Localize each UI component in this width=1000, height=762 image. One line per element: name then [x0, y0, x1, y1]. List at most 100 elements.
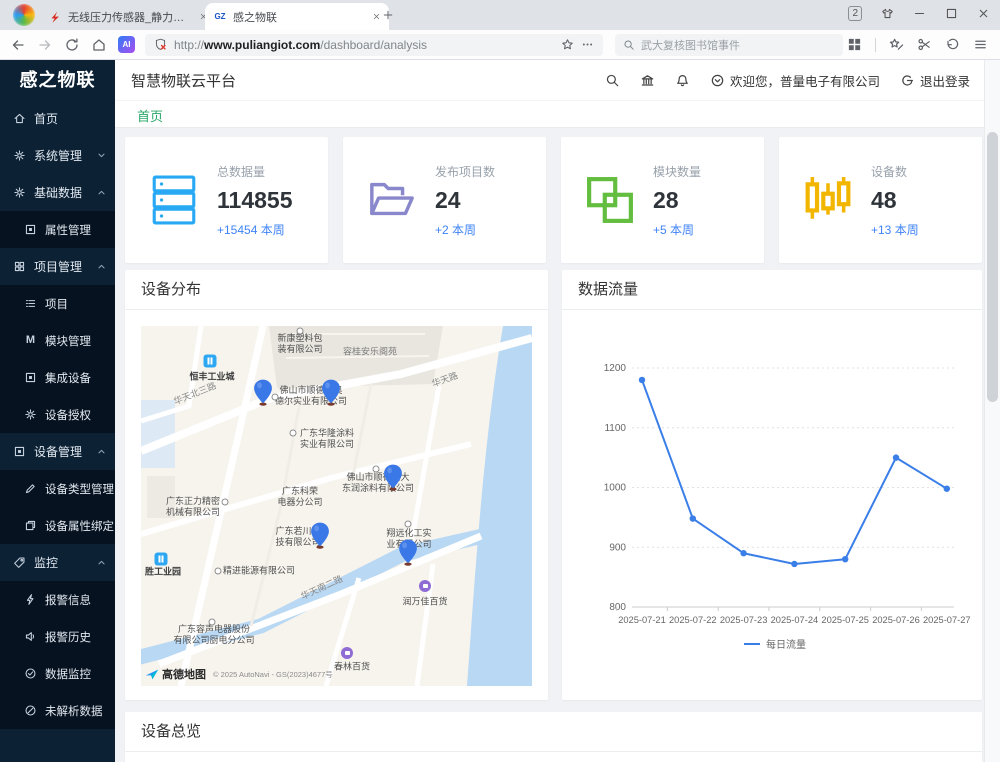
home-button[interactable]	[91, 37, 107, 53]
notification-bell-icon[interactable]	[675, 73, 690, 88]
menu-icon[interactable]	[973, 37, 988, 52]
sidebar-item-module-management[interactable]: M模块管理	[0, 322, 115, 359]
stat-delta: +13 本周	[871, 221, 919, 238]
square-icon	[24, 371, 37, 384]
stat-label: 发布项目数	[435, 163, 495, 180]
amap-logo: 高德地图	[145, 666, 206, 682]
stat-label: 模块数量	[653, 163, 701, 180]
svg-text:1000: 1000	[604, 483, 627, 494]
sidebar-item-project[interactable]: 项目	[0, 285, 115, 322]
building-icon	[155, 553, 168, 566]
list-icon	[24, 297, 37, 310]
header-search-icon[interactable]	[605, 73, 620, 88]
stat-value: 24	[435, 187, 495, 214]
apps-grid-icon[interactable]	[847, 37, 862, 52]
page-scrollbar[interactable]	[984, 60, 1000, 762]
back-button[interactable]	[10, 37, 26, 53]
maximize-button[interactable]	[945, 7, 958, 20]
svg-text:1100: 1100	[604, 423, 626, 434]
undo-history-icon[interactable]	[945, 37, 960, 52]
map[interactable]: 新康塑料包装有限公司 容桂安乐阁苑 恒丰工业城 华天北三路 佛山市顺德区奥德尔实…	[141, 326, 532, 686]
sidebar-item-project-management[interactable]: 项目管理	[0, 248, 115, 285]
square-icon	[13, 445, 26, 458]
scrollbar-thumb[interactable]	[987, 132, 998, 402]
browser-tab-1[interactable]: 无线压力传感器_静力水准仪_	[40, 3, 216, 30]
shop-cart-icon	[341, 647, 353, 659]
sidebar-item-device-attribute-binding[interactable]: 设备属性绑定	[0, 507, 115, 544]
forward-button[interactable]	[37, 37, 53, 53]
sidebar-item-basic-data[interactable]: 基础数据	[0, 174, 115, 211]
stat-delta: +2 本周	[435, 221, 495, 238]
stat-value: 28	[653, 187, 701, 214]
amap-plane-icon	[145, 667, 159, 681]
bank-icon[interactable]	[640, 73, 655, 88]
window-count-badge[interactable]: 2	[848, 6, 862, 21]
sidebar-item-data-monitoring[interactable]: 数据监控	[0, 655, 115, 692]
close-button[interactable]	[977, 7, 990, 20]
browser-window: 无线压力传感器_静力水准仪_ GZ 感之物联 2 AI http://www.p…	[0, 0, 1000, 762]
stat-card-device-count: 设备数48+13 本周	[779, 137, 982, 263]
user-circle-icon	[710, 73, 725, 88]
page-tab-bar: 首页	[115, 100, 984, 128]
poi-dot	[405, 521, 412, 528]
logout-button[interactable]: 退出登录	[900, 71, 970, 90]
modules-icon	[586, 174, 634, 226]
browser-tab-2-active[interactable]: GZ 感之物联	[205, 3, 389, 30]
favorites-edit-icon[interactable]	[889, 37, 904, 52]
tab-home[interactable]: 首页	[133, 104, 167, 130]
sidebar-item-device-management[interactable]: 设备管理	[0, 433, 115, 470]
map-label: 容桂安乐阁苑	[343, 347, 397, 358]
map-marker[interactable]	[398, 539, 418, 566]
sidebar-item-alarm-info[interactable]: 报警信息	[0, 581, 115, 618]
pen-icon	[24, 482, 37, 495]
letter-m-icon: M	[24, 334, 37, 347]
panel-title: 设备分布	[125, 270, 548, 310]
device-overview-panel: 设备总览	[125, 712, 982, 762]
address-bar[interactable]: http://www.puliangiot.com/dashboard/anal…	[145, 34, 603, 56]
theme-shirt-icon[interactable]	[881, 7, 894, 20]
sidebar-item-system-management[interactable]: 系统管理	[0, 137, 115, 174]
sidebar-item-device-type-management[interactable]: 设备类型管理	[0, 470, 115, 507]
map-label: 春林百货	[334, 662, 370, 673]
more-actions-icon[interactable]	[581, 38, 594, 51]
browser-logo[interactable]	[13, 4, 35, 26]
poi-dot	[209, 619, 216, 626]
map-label: 新康塑料包装有限公司	[277, 333, 322, 355]
stat-card-published-projects: 发布项目数 24 +2 本周	[343, 137, 546, 263]
panel-title: 数据流量	[562, 270, 982, 310]
ai-assistant-button[interactable]: AI	[118, 36, 135, 53]
sidebar-item-unparsed-data[interactable]: 未解析数据	[0, 692, 115, 729]
sidebar-item-home[interactable]: 首页	[0, 100, 115, 137]
minimize-button[interactable]	[913, 7, 926, 20]
refresh-button[interactable]	[64, 37, 80, 53]
map-label: 精进能源有限公司	[223, 566, 295, 577]
search-icon	[623, 39, 635, 51]
grid-icon	[13, 260, 26, 273]
svg-text:2025-07-27: 2025-07-27	[923, 615, 971, 625]
welcome-user: 欢迎您，普量电子有限公司	[710, 71, 880, 90]
sidebar-item-attribute-management[interactable]: 属性管理	[0, 211, 115, 248]
stat-delta: +15454 本周	[217, 221, 292, 238]
sidebar-item-alarm-history[interactable]: 报警历史	[0, 618, 115, 655]
sidebar-item-device-authorization[interactable]: 设备授权	[0, 396, 115, 433]
sidebar-item-monitoring[interactable]: 监控	[0, 544, 115, 581]
poi-dot	[215, 568, 222, 575]
browser-search-box[interactable]: 武大复核图书馆事件	[615, 34, 843, 56]
map-marker[interactable]	[383, 464, 403, 491]
svg-text:1200: 1200	[604, 363, 627, 374]
new-tab-button[interactable]	[382, 9, 394, 21]
map-marker[interactable]	[310, 522, 330, 549]
site-security-shield-icon[interactable]	[154, 38, 167, 51]
chart-legend[interactable]: 每日流量	[744, 638, 806, 651]
sidebar-item-integrated-device[interactable]: 集成设备	[0, 359, 115, 396]
building-icon	[204, 355, 217, 368]
poi-dot	[290, 430, 297, 437]
map-marker[interactable]	[253, 379, 273, 406]
map-marker[interactable]	[321, 379, 341, 406]
tab2-title: 感之物联	[233, 9, 366, 25]
tab2-close-icon[interactable]	[372, 12, 381, 21]
search-placeholder: 武大复核图书馆事件	[641, 37, 740, 53]
gear-icon	[24, 408, 37, 421]
bookmark-star-icon[interactable]	[561, 38, 574, 51]
screenshot-scissors-icon[interactable]	[917, 37, 932, 52]
